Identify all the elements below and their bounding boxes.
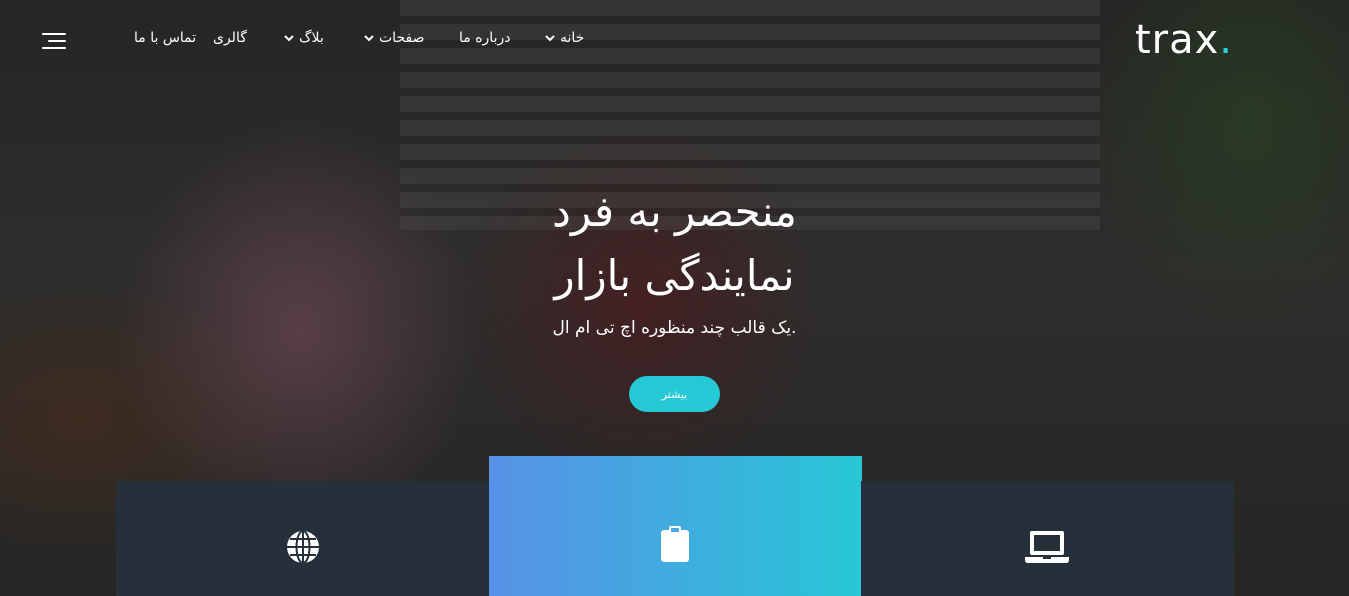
hero-title: منحصر به فرد نمایندگی بازار (0, 180, 1349, 308)
hero-title-line-1: منحصر به فرد (552, 187, 797, 236)
hamburger-menu-icon[interactable] (40, 33, 66, 51)
nav-item-gallery[interactable]: گالری (213, 30, 247, 46)
more-button[interactable]: بیشتر (629, 376, 720, 412)
feature-card-right[interactable] (861, 481, 1234, 596)
nav-item-label: درباره ما (459, 30, 511, 46)
chevron-down-icon (284, 35, 294, 42)
nav-item-label: تماس با ما (134, 30, 197, 46)
site-logo[interactable]: trax. (1135, 16, 1233, 64)
feature-card-left[interactable] (116, 481, 490, 596)
nav-item-blog[interactable]: بلاگ (283, 30, 324, 46)
nav-item-label: صفحات (379, 30, 425, 46)
nav-item-home[interactable]: خانه (544, 30, 584, 46)
hero-title-line-2: نمایندگی بازار (554, 251, 795, 300)
laptop-icon (1025, 531, 1069, 563)
logo-dot: . (1219, 17, 1233, 63)
hero-subtitle: .یک قالب چند منظوره اچ تی ام ال (552, 318, 797, 338)
chevron-down-icon (364, 35, 374, 42)
nav-item-pages[interactable]: صفحات (363, 30, 424, 46)
nav-item-label: خانه (560, 30, 585, 46)
globe-icon (287, 530, 319, 564)
site-header: trax. خانه درباره ما صفحات بلاگ گالری تم… (0, 0, 1349, 84)
nav-item-label: گالری (213, 30, 247, 46)
clipboard-icon (661, 526, 689, 562)
chevron-down-icon (545, 35, 555, 42)
feature-card-middle[interactable] (489, 456, 862, 596)
nav-item-about[interactable]: درباره ما (459, 30, 510, 46)
nav-item-contact[interactable]: تماس با ما (134, 30, 196, 46)
nav-item-label: بلاگ (299, 30, 324, 46)
